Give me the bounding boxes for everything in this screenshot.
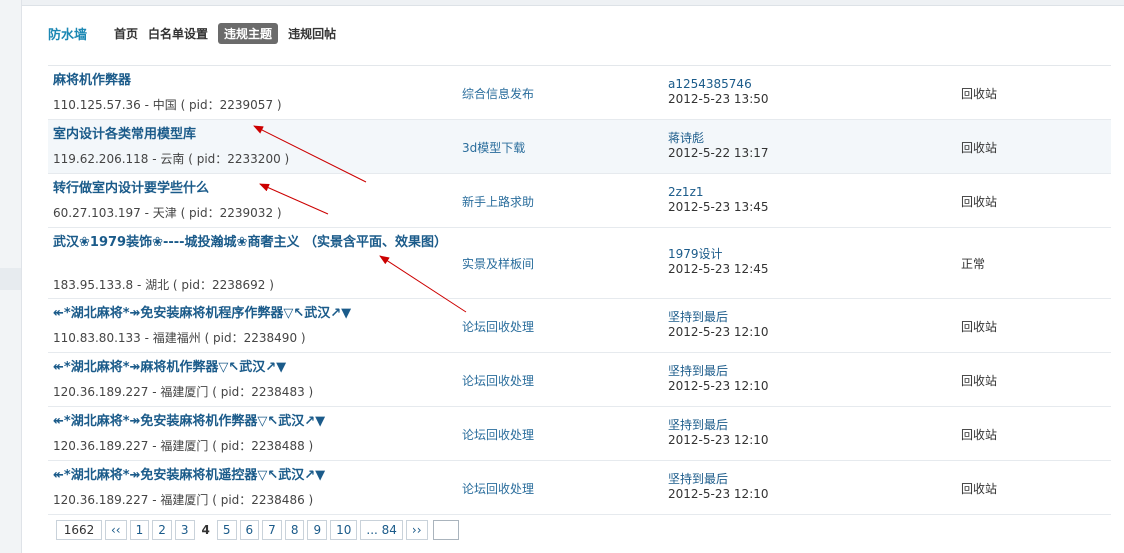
post-time: 2012-5-23 12:10 [668, 325, 769, 339]
pager-page-link[interactable]: 1 [129, 520, 150, 540]
author-cell: a1254385746 2012-5-23 13:50 [668, 77, 769, 106]
author-cell: 坚持到最后 2012-5-23 12:10 [668, 472, 769, 501]
pager-page-link[interactable]: 10 [330, 520, 358, 540]
pagination: 1662 ‹‹ 1 2 3 4 5 6 7 8 9 10... 84 ›› [56, 520, 459, 540]
thread-ip-meta: 60.27.103.197 - 天津 ( pid：2239032 ) [53, 206, 282, 220]
left-sidebar-strip [0, 0, 22, 553]
thread-title-link[interactable]: ↞*湖北麻将*↠麻将机作弊器▽↖武汉↗▼ [53, 359, 453, 377]
author-cell: 2z1z1 2012-5-23 13:45 [668, 185, 769, 214]
thread-title-link[interactable]: 转行做室内设计要学些什么 [53, 180, 453, 198]
nav-tab-whitelist[interactable]: 白名单设置 [148, 24, 208, 43]
forum-link[interactable]: 论坛回收处理 [462, 426, 534, 443]
author-link[interactable]: 坚持到最后 [668, 418, 769, 433]
post-time: 2012-5-23 12:10 [668, 379, 769, 393]
author-cell: 坚持到最后 2012-5-23 12:10 [668, 418, 769, 447]
pager-page-link[interactable]: 8 [284, 520, 305, 540]
status-label: 回收站 [961, 320, 998, 334]
table-row: ↞*湖北麻将*↠免安装麻将机程序作弊器▽↖武汉↗▼ 110.83.80.133 -… [48, 299, 1111, 353]
forum-link[interactable]: 论坛回收处理 [462, 372, 534, 389]
thread-title-link[interactable]: 武汉❀1979装饰❀----城投瀚城❀商奢主义 （实景含平面、效果图） [53, 234, 453, 252]
thread-ip-meta: 119.62.206.118 - 云南 ( pid：2233200 ) [53, 152, 290, 166]
pager-next-button[interactable]: ›› [405, 520, 428, 540]
pager-page-link[interactable]: ... 84 [360, 520, 403, 540]
forum-link[interactable]: 综合信息发布 [462, 85, 534, 102]
author-cell: 坚持到最后 2012-5-23 12:10 [668, 310, 769, 339]
pager-page-link[interactable]: 3 [174, 520, 195, 540]
author-link[interactable]: a1254385746 [668, 77, 769, 92]
pager-prev-button[interactable]: ‹‹ [105, 520, 127, 540]
thread-title-link[interactable]: ↞*湖北麻将*↠免安装麻将机作弊器▽↖武汉↗▼ [53, 413, 453, 431]
nav-tab-violation-replies[interactable]: 违规回帖 [288, 24, 336, 43]
page-jump-input[interactable] [432, 520, 459, 540]
author-cell: 蒋诗彪 2012-5-22 13:17 [668, 131, 769, 160]
status-label: 回收站 [961, 141, 998, 155]
post-time: 2012-5-23 12:45 [668, 262, 769, 276]
table-row: ↞*湖北麻将*↠免安装麻将机遥控器▽↖武汉↗▼ 120.36.189.227 - … [48, 461, 1111, 515]
forum-link[interactable]: 论坛回收处理 [462, 318, 534, 335]
forum-link[interactable]: 论坛回收处理 [462, 480, 534, 497]
status-label: 回收站 [961, 482, 998, 496]
nav-tabs: 首页 白名单设置 违规主题 违规回帖 [114, 22, 346, 44]
thread-ip-meta: 183.95.133.8 - 湖北 ( pid：2238692 ) [53, 278, 274, 292]
thread-title-link[interactable]: ↞*湖北麻将*↠免安装麻将机程序作弊器▽↖武汉↗▼ [53, 305, 453, 323]
author-link[interactable]: 2z1z1 [668, 185, 769, 200]
author-link[interactable]: 坚持到最后 [668, 310, 769, 325]
pager-page-link[interactable]: 6 [239, 520, 260, 540]
top-border [22, 0, 1124, 6]
table-row: ↞*湖北麻将*↠免安装麻将机作弊器▽↖武汉↗▼ 120.36.189.227 - … [48, 407, 1111, 461]
sidebar-collapse-handle[interactable] [0, 268, 21, 290]
header-bar: 防水墙 首页 白名单设置 违规主题 违规回帖 [48, 22, 346, 44]
pager-page-link[interactable]: 7 [262, 520, 282, 540]
table-row: 转行做室内设计要学些什么 60.27.103.197 - 天津 ( pid：223… [48, 174, 1111, 228]
post-time: 2012-5-23 12:10 [668, 433, 769, 447]
violation-thread-table: 麻将机作弊器 110.125.57.36 - 中国 ( pid：2239057 )… [48, 65, 1111, 515]
post-time: 2012-5-23 13:50 [668, 92, 769, 106]
page-brand-title: 防水墙 [48, 27, 88, 43]
post-time: 2012-5-23 12:10 [668, 487, 769, 501]
nav-tab-violation-threads[interactable]: 违规主题 [218, 22, 279, 44]
forum-link[interactable]: 新手上路求助 [462, 193, 534, 210]
thread-ip-meta: 120.36.189.227 - 福建厦门 ( pid：2238483 ) [53, 385, 314, 399]
table-row: 武汉❀1979装饰❀----城投瀚城❀商奢主义 （实景含平面、效果图） 183.9… [48, 228, 1111, 299]
thread-ip-meta: 110.83.80.133 - 福建福州 ( pid：2238490 ) [53, 331, 306, 345]
status-label: 回收站 [961, 428, 998, 442]
forum-link[interactable]: 实景及样板间 [462, 255, 534, 272]
thread-title-link[interactable]: 麻将机作弊器 [53, 72, 453, 90]
status-label: 回收站 [961, 374, 998, 388]
table-row: 麻将机作弊器 110.125.57.36 - 中国 ( pid：2239057 )… [48, 66, 1111, 120]
status-label: 回收站 [961, 195, 998, 209]
pager-page-link[interactable]: 9 [307, 520, 328, 540]
post-time: 2012-5-23 13:45 [668, 200, 769, 214]
pager-page-link[interactable]: 5 [216, 520, 237, 540]
nav-tab-home[interactable]: 首页 [114, 24, 138, 43]
table-row: ↞*湖北麻将*↠麻将机作弊器▽↖武汉↗▼ 120.36.189.227 - 福建厦… [48, 353, 1111, 407]
table-row: 室内设计各类常用模型库 119.62.206.118 - 云南 ( pid：223… [48, 120, 1111, 174]
status-label: 回收站 [961, 87, 998, 101]
author-link[interactable]: 蒋诗彪 [668, 131, 769, 146]
pager-current-page: 4 [197, 521, 214, 539]
author-link[interactable]: 坚持到最后 [668, 364, 769, 379]
thread-ip-meta: 120.36.189.227 - 福建厦门 ( pid：2238486 ) [53, 493, 314, 507]
forum-link[interactable]: 3d模型下载 [462, 139, 525, 156]
pager-page-link[interactable]: 2 [152, 520, 172, 540]
thread-title-link[interactable]: 室内设计各类常用模型库 [53, 126, 453, 144]
author-link[interactable]: 坚持到最后 [668, 472, 769, 487]
author-cell: 坚持到最后 2012-5-23 12:10 [668, 364, 769, 393]
total-count: 1662 [56, 520, 102, 540]
author-link[interactable]: 1979设计 [668, 247, 769, 262]
thread-ip-meta: 110.125.57.36 - 中国 ( pid：2239057 ) [53, 98, 282, 112]
status-label: 正常 [961, 257, 986, 271]
author-cell: 1979设计 2012-5-23 12:45 [668, 247, 769, 276]
thread-ip-meta: 120.36.189.227 - 福建厦门 ( pid：2238488 ) [53, 439, 314, 453]
thread-title-link[interactable]: ↞*湖北麻将*↠免安装麻将机遥控器▽↖武汉↗▼ [53, 467, 453, 485]
post-time: 2012-5-22 13:17 [668, 146, 769, 160]
